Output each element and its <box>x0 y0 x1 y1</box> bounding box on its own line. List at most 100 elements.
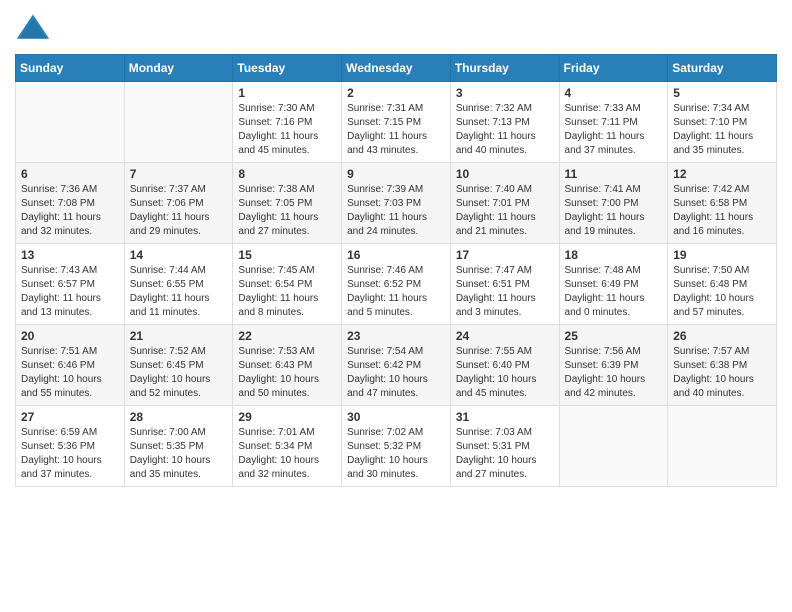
day-number: 2 <box>347 86 445 100</box>
day-header-friday: Friday <box>559 55 668 82</box>
calendar-header-row: SundayMondayTuesdayWednesdayThursdayFrid… <box>16 55 777 82</box>
day-cell <box>124 82 233 163</box>
day-info: Sunrise: 7:39 AM Sunset: 7:03 PM Dayligh… <box>347 183 445 239</box>
week-row-2: 6 Sunrise: 7:36 AM Sunset: 7:08 PM Daylig… <box>16 163 777 244</box>
day-number: 8 <box>238 167 336 181</box>
day-header-wednesday: Wednesday <box>342 55 451 82</box>
day-cell: 25 Sunrise: 7:56 AM Sunset: 6:39 PM Dayli… <box>559 325 668 406</box>
day-cell: 3 Sunrise: 7:32 AM Sunset: 7:13 PM Daylig… <box>450 82 559 163</box>
day-info: Sunrise: 7:43 AM Sunset: 6:57 PM Dayligh… <box>21 264 119 320</box>
day-cell: 5Sunrise: 7:34 AM Sunset: 7:10 PM Daylig… <box>668 82 777 163</box>
day-info: Sunrise: 7:44 AM Sunset: 6:55 PM Dayligh… <box>130 264 228 320</box>
day-number: 3 <box>456 86 554 100</box>
day-info: Sunrise: 7:51 AM Sunset: 6:46 PM Dayligh… <box>21 345 119 401</box>
week-row-3: 13 Sunrise: 7:43 AM Sunset: 6:57 PM Dayli… <box>16 244 777 325</box>
day-cell: 14 Sunrise: 7:44 AM Sunset: 6:55 PM Dayli… <box>124 244 233 325</box>
day-cell: 7 Sunrise: 7:37 AM Sunset: 7:06 PM Daylig… <box>124 163 233 244</box>
day-cell: 15 Sunrise: 7:45 AM Sunset: 6:54 PM Dayli… <box>233 244 342 325</box>
day-info: Sunrise: 7:55 AM Sunset: 6:40 PM Dayligh… <box>456 345 554 401</box>
day-number: 9 <box>347 167 445 181</box>
day-info: Sunrise: 7:40 AM Sunset: 7:01 PM Dayligh… <box>456 183 554 239</box>
day-cell <box>668 406 777 487</box>
day-cell: 28Sunrise: 7:00 AM Sunset: 5:35 PM Dayli… <box>124 406 233 487</box>
day-number: 30 <box>347 410 445 424</box>
day-number: 1 <box>238 86 336 100</box>
day-number: 11 <box>565 167 663 181</box>
day-number: 16 <box>347 248 445 262</box>
week-row-1: 1 Sunrise: 7:30 AM Sunset: 7:16 PM Daylig… <box>16 82 777 163</box>
day-number: 24 <box>456 329 554 343</box>
day-info: Sunrise: 7:32 AM Sunset: 7:13 PM Dayligh… <box>456 102 554 158</box>
day-cell: 23 Sunrise: 7:54 AM Sunset: 6:42 PM Dayli… <box>342 325 451 406</box>
day-number: 14 <box>130 248 228 262</box>
day-info: Sunrise: 7:54 AM Sunset: 6:42 PM Dayligh… <box>347 345 445 401</box>
day-number: 31 <box>456 410 554 424</box>
day-cell: 21 Sunrise: 7:52 AM Sunset: 6:45 PM Dayli… <box>124 325 233 406</box>
day-info: Sunrise: 7:34 AM Sunset: 7:10 PM Dayligh… <box>673 102 771 158</box>
logo <box>15 10 55 46</box>
day-info: Sunrise: 7:01 AM Sunset: 5:34 PM Dayligh… <box>238 426 336 482</box>
day-number: 19 <box>673 248 771 262</box>
day-header-monday: Monday <box>124 55 233 82</box>
week-row-5: 27 Sunrise: 6:59 AM Sunset: 5:36 PM Dayli… <box>16 406 777 487</box>
day-number: 27 <box>21 410 119 424</box>
day-info: Sunrise: 7:41 AM Sunset: 7:00 PM Dayligh… <box>565 183 663 239</box>
page-header <box>15 10 777 46</box>
day-info: Sunrise: 7:57 AM Sunset: 6:38 PM Dayligh… <box>673 345 771 401</box>
day-info: Sunrise: 7:30 AM Sunset: 7:16 PM Dayligh… <box>238 102 336 158</box>
day-cell: 8Sunrise: 7:38 AM Sunset: 7:05 PM Daylig… <box>233 163 342 244</box>
day-cell <box>16 82 125 163</box>
day-info: Sunrise: 7:52 AM Sunset: 6:45 PM Dayligh… <box>130 345 228 401</box>
day-number: 29 <box>238 410 336 424</box>
day-number: 22 <box>238 329 336 343</box>
day-info: Sunrise: 7:46 AM Sunset: 6:52 PM Dayligh… <box>347 264 445 320</box>
calendar-table: SundayMondayTuesdayWednesdayThursdayFrid… <box>15 54 777 487</box>
day-info: Sunrise: 7:42 AM Sunset: 6:58 PM Dayligh… <box>673 183 771 239</box>
day-number: 10 <box>456 167 554 181</box>
day-header-tuesday: Tuesday <box>233 55 342 82</box>
day-info: Sunrise: 7:47 AM Sunset: 6:51 PM Dayligh… <box>456 264 554 320</box>
day-cell: 31Sunrise: 7:03 AM Sunset: 5:31 PM Dayli… <box>450 406 559 487</box>
day-info: Sunrise: 7:33 AM Sunset: 7:11 PM Dayligh… <box>565 102 663 158</box>
day-number: 21 <box>130 329 228 343</box>
day-cell: 16 Sunrise: 7:46 AM Sunset: 6:52 PM Dayli… <box>342 244 451 325</box>
day-info: Sunrise: 7:56 AM Sunset: 6:39 PM Dayligh… <box>565 345 663 401</box>
logo-icon <box>15 10 51 46</box>
day-cell: 4 Sunrise: 7:33 AM Sunset: 7:11 PM Daylig… <box>559 82 668 163</box>
day-number: 6 <box>21 167 119 181</box>
day-cell: 27 Sunrise: 6:59 AM Sunset: 5:36 PM Dayli… <box>16 406 125 487</box>
day-info: Sunrise: 7:53 AM Sunset: 6:43 PM Dayligh… <box>238 345 336 401</box>
day-number: 13 <box>21 248 119 262</box>
day-info: Sunrise: 7:37 AM Sunset: 7:06 PM Dayligh… <box>130 183 228 239</box>
day-number: 17 <box>456 248 554 262</box>
day-cell: 11 Sunrise: 7:41 AM Sunset: 7:00 PM Dayli… <box>559 163 668 244</box>
day-cell: 17 Sunrise: 7:47 AM Sunset: 6:51 PM Dayli… <box>450 244 559 325</box>
day-cell: 10 Sunrise: 7:40 AM Sunset: 7:01 PM Dayli… <box>450 163 559 244</box>
day-number: 23 <box>347 329 445 343</box>
day-info: Sunrise: 7:00 AM Sunset: 5:35 PM Dayligh… <box>130 426 228 482</box>
day-cell: 20Sunrise: 7:51 AM Sunset: 6:46 PM Dayli… <box>16 325 125 406</box>
day-cell: 26 Sunrise: 7:57 AM Sunset: 6:38 PM Dayli… <box>668 325 777 406</box>
day-info: Sunrise: 7:36 AM Sunset: 7:08 PM Dayligh… <box>21 183 119 239</box>
day-cell <box>559 406 668 487</box>
day-cell: 1 Sunrise: 7:30 AM Sunset: 7:16 PM Daylig… <box>233 82 342 163</box>
day-cell: 19 Sunrise: 7:50 AM Sunset: 6:48 PM Dayli… <box>668 244 777 325</box>
day-info: Sunrise: 6:59 AM Sunset: 5:36 PM Dayligh… <box>21 426 119 482</box>
day-number: 4 <box>565 86 663 100</box>
day-cell: 30 Sunrise: 7:02 AM Sunset: 5:32 PM Dayli… <box>342 406 451 487</box>
day-number: 25 <box>565 329 663 343</box>
day-info: Sunrise: 7:45 AM Sunset: 6:54 PM Dayligh… <box>238 264 336 320</box>
day-cell: 13 Sunrise: 7:43 AM Sunset: 6:57 PM Dayli… <box>16 244 125 325</box>
day-header-thursday: Thursday <box>450 55 559 82</box>
day-number: 26 <box>673 329 771 343</box>
day-info: Sunrise: 7:50 AM Sunset: 6:48 PM Dayligh… <box>673 264 771 320</box>
day-cell: 9 Sunrise: 7:39 AM Sunset: 7:03 PM Daylig… <box>342 163 451 244</box>
day-cell: 12 Sunrise: 7:42 AM Sunset: 6:58 PM Dayli… <box>668 163 777 244</box>
day-cell: 2Sunrise: 7:31 AM Sunset: 7:15 PM Daylig… <box>342 82 451 163</box>
day-number: 7 <box>130 167 228 181</box>
day-number: 12 <box>673 167 771 181</box>
day-info: Sunrise: 7:02 AM Sunset: 5:32 PM Dayligh… <box>347 426 445 482</box>
day-number: 18 <box>565 248 663 262</box>
day-cell: 22 Sunrise: 7:53 AM Sunset: 6:43 PM Dayli… <box>233 325 342 406</box>
day-number: 15 <box>238 248 336 262</box>
